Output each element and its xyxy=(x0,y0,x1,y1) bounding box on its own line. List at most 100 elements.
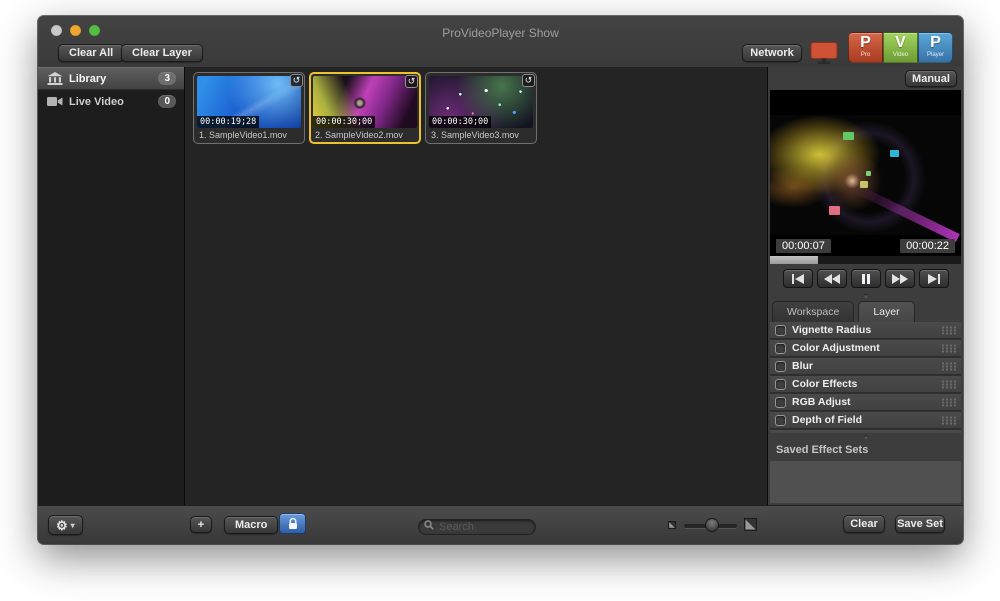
clip-duration-timecode: 00:00:30;00 xyxy=(313,116,375,128)
effect-label: Color Adjustment xyxy=(792,342,941,354)
effect-label: RGB Adjust xyxy=(792,396,941,408)
logo-letter: P xyxy=(860,33,871,52)
logo-word: Video xyxy=(893,52,908,58)
drag-grip-icon[interactable] xyxy=(941,398,956,407)
search-input[interactable] xyxy=(418,519,536,535)
clip-thumbnail-image[interactable]: 00:00:19;28 xyxy=(197,76,301,128)
effect-label: Color Effects xyxy=(792,378,941,390)
logo-letter: V xyxy=(895,33,906,52)
drag-grip-icon[interactable] xyxy=(941,380,956,389)
clip-cell-3[interactable]: 00:00:30;00 ↺ 3. SampleVideo3.mov xyxy=(425,72,537,144)
panel-resize-handle[interactable] xyxy=(864,294,868,298)
effect-row-color-adjustment[interactable]: Color Adjustment xyxy=(770,340,961,357)
sidebar-item-library[interactable]: Library 3 xyxy=(38,67,184,90)
clip-list: 00:00:19;28 ↺ 1. SampleVideo1.mov 00:00:… xyxy=(193,72,537,144)
sidebar-item-live-video[interactable]: Live Video 0 xyxy=(38,90,184,113)
video-camera-icon xyxy=(46,95,63,108)
pvp-logo-player-badge: P Player xyxy=(918,32,953,63)
effect-row-color-effects[interactable]: Color Effects xyxy=(770,376,961,393)
loop-icon[interactable]: ↺ xyxy=(405,75,418,88)
clip-duration-timecode: 00:00:19;28 xyxy=(197,116,259,128)
skip-to-start-button[interactable] xyxy=(783,269,813,288)
fast-forward-button[interactable] xyxy=(885,269,915,288)
effect-checkbox[interactable] xyxy=(775,433,786,434)
pvp-logo: P Pro V Video P Player xyxy=(848,32,953,63)
macro-button[interactable]: Macro xyxy=(224,516,278,534)
effect-row-blur[interactable]: Blur xyxy=(770,358,961,375)
preview-particle xyxy=(860,181,868,188)
preview-particle xyxy=(829,206,840,215)
tab-workspace[interactable]: Workspace xyxy=(772,301,854,322)
live-video-count-badge: 0 xyxy=(158,95,176,108)
sidebar-item-label: Live Video xyxy=(69,96,158,108)
clip-name: 3. SampleVideo3.mov xyxy=(429,128,533,141)
effect-checkbox[interactable] xyxy=(775,397,786,408)
add-media-button[interactable]: + xyxy=(190,516,212,533)
sidebar: Library 3 Live Video 0 xyxy=(38,67,185,505)
small-thumbnails-icon[interactable] xyxy=(668,521,676,529)
loop-icon[interactable]: ↺ xyxy=(522,74,535,87)
transport-controls xyxy=(768,269,963,288)
effect-row-vignette-radius[interactable]: Vignette Radius xyxy=(770,322,961,339)
clear-button[interactable]: Clear xyxy=(843,515,885,533)
rewind-button[interactable] xyxy=(817,269,847,288)
app-window: ProVideoPlayer Show Clear All Clear Laye… xyxy=(38,16,963,544)
skip-to-end-button[interactable] xyxy=(919,269,949,288)
preview-beam-decoration xyxy=(856,185,960,242)
chevron-down-icon: ▾ xyxy=(71,521,75,530)
logo-letter: P xyxy=(930,33,941,52)
clip-thumbnail-image[interactable]: 00:00:30;00 xyxy=(313,76,417,128)
network-button[interactable]: Network xyxy=(742,44,802,62)
sidebar-item-label: Library xyxy=(69,73,158,85)
search-field-wrap xyxy=(418,517,536,533)
scrub-progress-fill xyxy=(770,256,818,264)
library-building-icon xyxy=(46,72,63,85)
drag-grip-icon[interactable] xyxy=(941,326,956,335)
effect-label: Old Film xyxy=(792,432,941,433)
drag-grip-icon[interactable] xyxy=(941,344,956,353)
logo-word: Player xyxy=(927,52,944,58)
media-grid: 00:00:19;28 ↺ 1. SampleVideo1.mov 00:00:… xyxy=(185,67,768,505)
clear-all-button[interactable]: Clear All xyxy=(58,44,124,62)
scrub-bar[interactable] xyxy=(770,256,961,264)
gear-icon: ⚙ xyxy=(56,519,68,532)
panel-resize-handle[interactable] xyxy=(864,435,868,439)
large-thumbnails-icon[interactable] xyxy=(744,518,757,531)
save-set-button[interactable]: Save Set xyxy=(895,515,945,533)
pvp-logo-video-badge: V Video xyxy=(883,32,918,63)
saved-effect-sets-area[interactable] xyxy=(770,461,961,503)
drag-grip-icon[interactable] xyxy=(941,416,956,425)
manual-button[interactable]: Manual xyxy=(905,70,957,87)
display-monitor-icon[interactable] xyxy=(810,42,838,65)
effect-row-depth-of-field[interactable]: Depth of Field xyxy=(770,412,961,429)
effects-list: Vignette Radius Color Adjustment Blur Co… xyxy=(770,322,961,433)
drag-grip-icon[interactable] xyxy=(941,362,956,371)
clip-name: 2. SampleVideo2.mov xyxy=(313,128,417,141)
clip-thumbnail-image[interactable]: 00:00:30;00 xyxy=(429,76,533,128)
clip-cell-1[interactable]: 00:00:19;28 ↺ 1. SampleVideo1.mov xyxy=(193,72,305,144)
lock-toggle-button[interactable] xyxy=(279,513,306,534)
video-preview: 00:00:07 00:00:22 xyxy=(770,90,961,256)
effect-checkbox[interactable] xyxy=(775,361,786,372)
search-icon xyxy=(424,520,434,530)
effect-checkbox[interactable] xyxy=(775,379,786,390)
panel-tabs: Workspace Layer xyxy=(772,301,919,322)
effect-label: Blur xyxy=(792,360,941,372)
effect-checkbox[interactable] xyxy=(775,325,786,336)
clip-cell-2-selected[interactable]: 00:00:30;00 ↺ 2. SampleVideo2.mov xyxy=(309,72,421,144)
lock-icon xyxy=(286,517,300,531)
effect-row-rgb-adjust[interactable]: RGB Adjust xyxy=(770,394,961,411)
effect-label: Vignette Radius xyxy=(792,324,941,336)
loop-icon[interactable]: ↺ xyxy=(290,74,303,87)
settings-menu-button[interactable]: ⚙ ▾ xyxy=(48,515,83,535)
clear-layer-button[interactable]: Clear Layer xyxy=(121,44,203,62)
pause-button[interactable] xyxy=(851,269,881,288)
tab-layer[interactable]: Layer xyxy=(858,301,914,322)
thumbnail-size-slider-knob[interactable] xyxy=(705,518,719,532)
effect-checkbox[interactable] xyxy=(775,343,786,354)
effect-checkbox[interactable] xyxy=(775,415,786,426)
elapsed-time-label: 00:00:07 xyxy=(776,239,831,253)
remaining-time-label: 00:00:22 xyxy=(900,239,955,253)
right-panel: Manual 00:00:07 00:00:22 xyxy=(768,67,963,505)
effect-row-old-film[interactable]: Old Film xyxy=(770,430,961,433)
